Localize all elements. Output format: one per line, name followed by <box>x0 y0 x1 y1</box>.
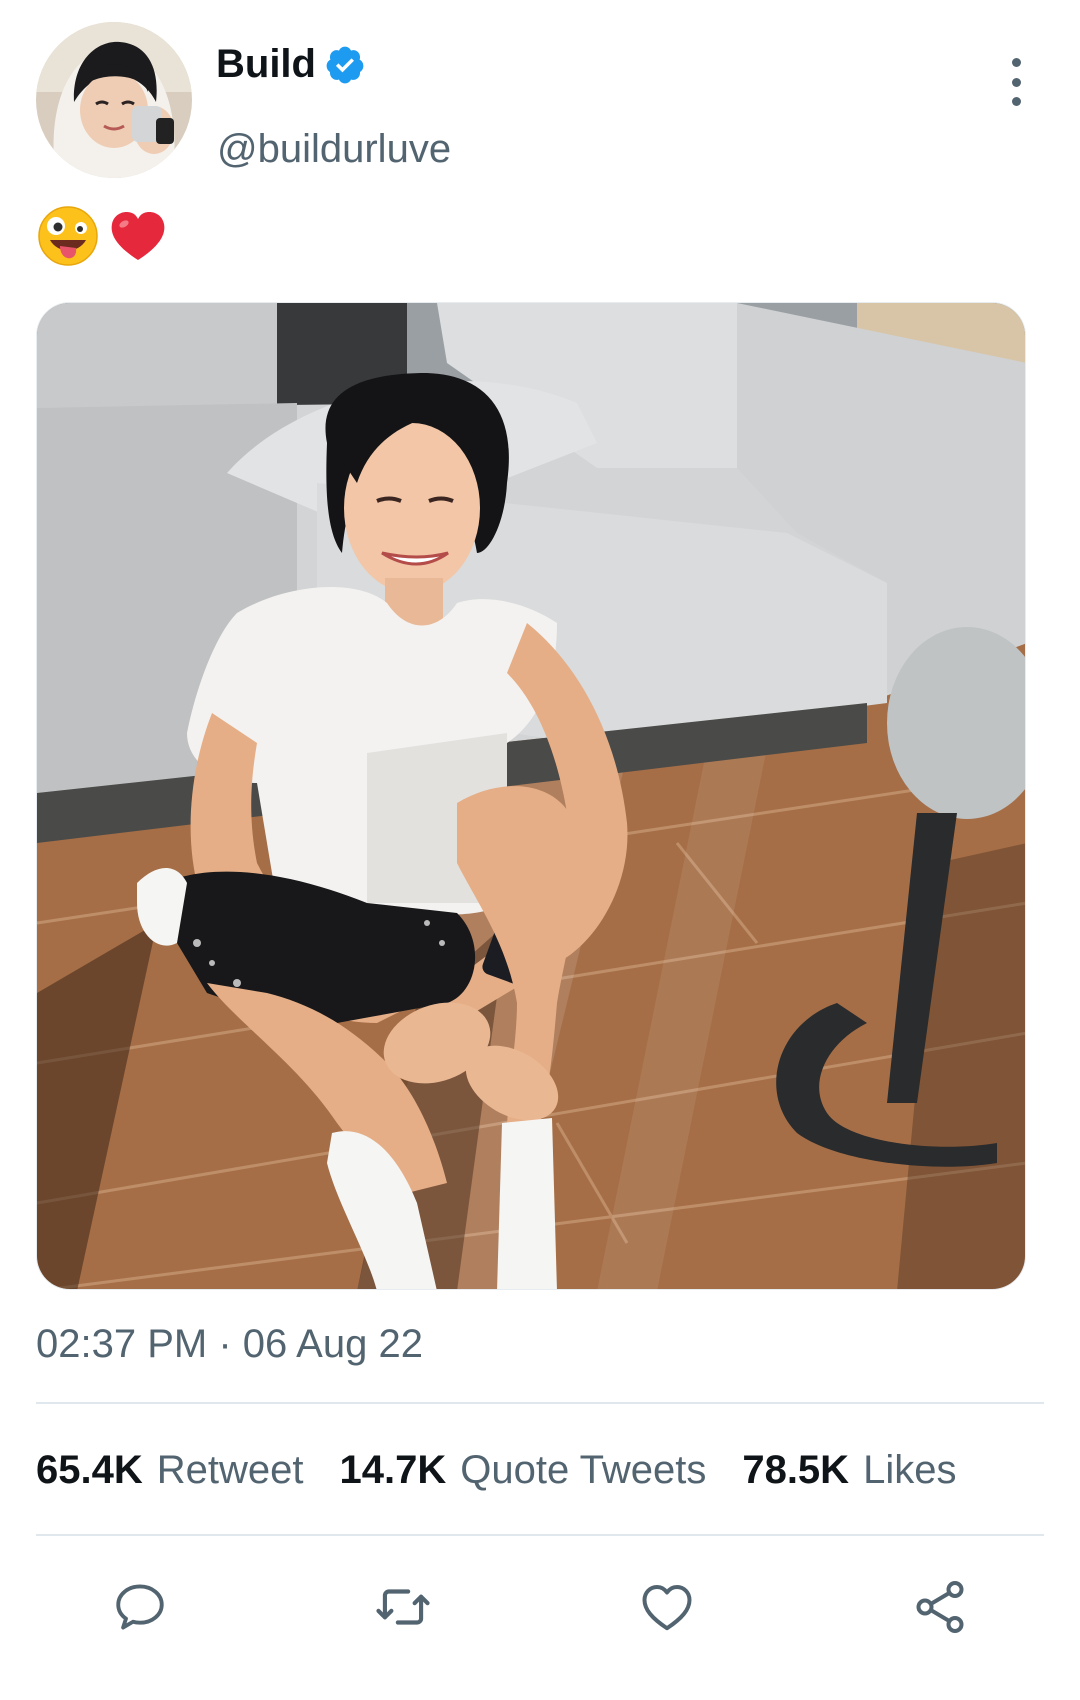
divider <box>36 1534 1044 1536</box>
more-dot <box>1011 97 1021 106</box>
author-avatar[interactable] <box>36 22 192 178</box>
quotes-count: 14.7K <box>339 1448 447 1492</box>
author-handle[interactable]: @buildurluve <box>217 127 451 172</box>
more-dot <box>1011 58 1021 67</box>
quotes-stat[interactable]: 14.7K Quote Tweets <box>340 1448 707 1493</box>
tweet-text <box>36 204 170 268</box>
retweet-icon[interactable] <box>368 1572 438 1642</box>
more-options-icon[interactable] <box>996 52 1036 112</box>
author-name-row: Build <box>216 42 366 87</box>
tweet-header: Build @buildurluve <box>36 22 1044 182</box>
tweet-photo[interactable] <box>36 302 1026 1290</box>
zany-face-emoji <box>36 204 100 268</box>
avatar-image <box>36 22 192 178</box>
reply-icon[interactable] <box>105 1572 175 1642</box>
photo-image <box>37 303 1025 1289</box>
retweets-count: 65.4K <box>36 1448 143 1492</box>
red-heart-emoji <box>106 204 170 268</box>
author-display-name[interactable]: Build <box>216 42 316 87</box>
tweet-detail-page: Build @buildurluve 02:37 PM · 06 Aug 22 … <box>0 0 1080 1700</box>
share-icon[interactable] <box>905 1572 975 1642</box>
quotes-label: Quote Tweets <box>460 1448 707 1492</box>
likes-label: Likes <box>863 1448 957 1492</box>
tweet-timestamp[interactable]: 02:37 PM · 06 Aug 22 <box>36 1322 423 1367</box>
tweet-actions <box>0 1572 1080 1642</box>
likes-stat[interactable]: 78.5K Likes <box>742 1448 956 1493</box>
tweet-stats: 65.4K Retweet 14.7K Quote Tweets 78.5K Like… <box>36 1448 956 1493</box>
retweets-label: Retweet <box>156 1448 304 1492</box>
divider <box>36 1402 1044 1404</box>
retweets-stat[interactable]: 65.4K Retweet <box>36 1448 304 1493</box>
verified-badge-icon <box>324 44 366 86</box>
more-dot <box>1011 77 1021 87</box>
like-icon[interactable] <box>632 1572 702 1642</box>
likes-count: 78.5K <box>742 1448 850 1492</box>
